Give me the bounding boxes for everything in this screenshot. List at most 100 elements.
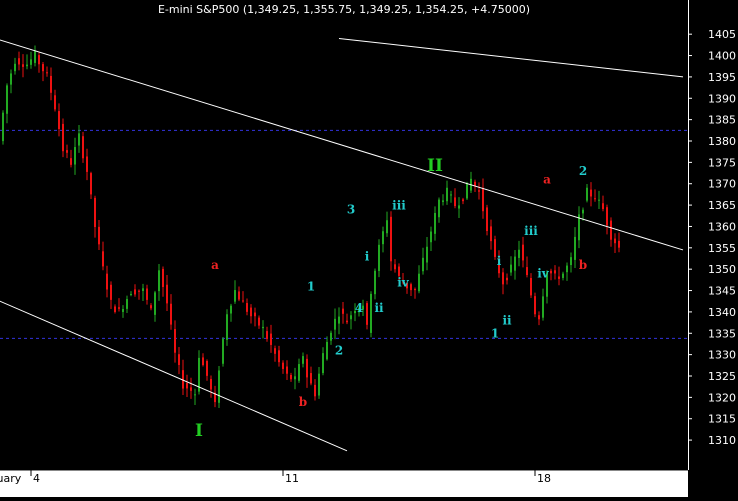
price-bar-body — [434, 212, 436, 234]
price-bar-body — [410, 284, 412, 291]
price-bar-body — [590, 189, 592, 197]
price-bar-body — [502, 272, 504, 285]
price-bar-body — [110, 284, 112, 300]
price-bar-body — [290, 374, 292, 380]
plot-background — [0, 0, 688, 470]
price-bar-body — [254, 312, 256, 317]
price-bar-body — [458, 205, 460, 209]
price-bar-body — [54, 95, 56, 110]
price-bar-body — [194, 394, 196, 396]
price-bar-body — [126, 299, 128, 309]
price-bar-body — [162, 268, 164, 288]
price-bar-body — [466, 183, 468, 199]
price-bar-body — [378, 244, 380, 271]
price-bar-body — [586, 187, 588, 201]
price-bar-body — [146, 288, 148, 300]
price-bar-body — [594, 198, 596, 200]
price-bar-body — [210, 378, 212, 390]
wave-label: II — [427, 156, 443, 176]
y-tick-label: 1355 — [708, 242, 736, 255]
wave-label: 1 — [491, 327, 499, 341]
price-bar-body — [534, 296, 536, 315]
price-bar-body — [394, 264, 396, 270]
price-bar-body — [454, 197, 456, 207]
price-bar-body — [574, 236, 576, 260]
wave-label: b — [579, 258, 587, 272]
price-bar-body — [166, 284, 168, 304]
price-bar-body — [598, 199, 600, 201]
wave-label: b — [299, 395, 307, 409]
price-bar-body — [46, 72, 48, 74]
price-bar-body — [606, 207, 608, 226]
price-bar-body — [190, 387, 192, 391]
y-tick-label: 1350 — [708, 263, 736, 276]
price-bar-body — [462, 199, 464, 202]
price-bar-body — [338, 316, 340, 324]
price-bar-body — [306, 358, 308, 378]
price-bar-body — [122, 308, 124, 312]
price-bar-body — [330, 332, 332, 341]
price-bar-body — [562, 273, 564, 278]
y-tick-label: 1330 — [708, 349, 736, 362]
price-bar-body — [246, 303, 248, 312]
price-bar-body — [610, 220, 612, 240]
wave-label: 4 — [355, 301, 363, 315]
wave-label: iv — [397, 275, 410, 289]
price-bar-body — [278, 350, 280, 363]
wave-label: a — [211, 258, 219, 272]
price-bar-body — [314, 384, 316, 397]
price-bar-body — [30, 59, 32, 65]
price-bar-body — [250, 307, 252, 317]
price-bar-body — [266, 331, 268, 339]
price-bar-body — [90, 173, 92, 195]
y-tick-label: 1335 — [708, 327, 736, 340]
price-bar-body — [222, 339, 224, 364]
price-bar-body — [582, 209, 584, 214]
y-tick-label: 1370 — [708, 178, 736, 191]
price-bar-body — [230, 305, 232, 314]
price-bar-body — [258, 317, 260, 326]
wave-label: I — [195, 421, 203, 441]
wave-label: iii — [392, 198, 406, 212]
chart-svg: IIIabab1234iiiiiiiviii1iiiiv2 1310131513… — [0, 0, 738, 497]
price-bar-body — [50, 75, 52, 93]
price-bar-body — [18, 58, 20, 65]
price-bar-body — [226, 314, 228, 340]
price-bar-body — [442, 200, 444, 202]
price-bar-body — [154, 292, 156, 315]
wave-label: ii — [374, 301, 384, 315]
y-tick-label: 1315 — [708, 413, 736, 426]
y-tick-label: 1400 — [708, 50, 736, 63]
price-bar-body — [542, 296, 544, 318]
y-tick-label: 1320 — [708, 391, 736, 404]
wave-label: i — [497, 254, 502, 268]
price-bar-body — [366, 303, 368, 325]
price-bar-body — [334, 318, 336, 330]
wave-label: 1 — [307, 280, 315, 294]
price-bar-body — [158, 270, 160, 292]
chart-title: E-mini S&P500 (1,349.25, 1,355.75, 1,349… — [158, 3, 530, 16]
y-tick-label: 1385 — [708, 114, 736, 127]
price-bar-body — [510, 264, 512, 273]
wave-label: ii — [502, 314, 512, 328]
price-bar-body — [62, 123, 64, 152]
price-bar-body — [78, 133, 80, 146]
wave-label: 2 — [579, 164, 587, 178]
y-tick-label: 1390 — [708, 92, 736, 105]
price-bar-body — [114, 306, 116, 312]
price-bar-body — [138, 290, 140, 292]
price-bar-body — [206, 360, 208, 376]
price-bar-body — [150, 305, 152, 309]
price-bar-body — [42, 64, 44, 72]
price-bar-body — [82, 136, 84, 159]
y-tick-label: 1360 — [708, 220, 736, 233]
price-bar-body — [478, 190, 480, 192]
price-bar-body — [94, 197, 96, 228]
price-bar-body — [58, 111, 60, 130]
price-bar-body — [142, 288, 144, 292]
price-bar-body — [514, 256, 516, 271]
price-bar-body — [202, 357, 204, 366]
price-bar-body — [242, 300, 244, 302]
price-bar-body — [486, 207, 488, 232]
price-bar-body — [566, 265, 568, 273]
